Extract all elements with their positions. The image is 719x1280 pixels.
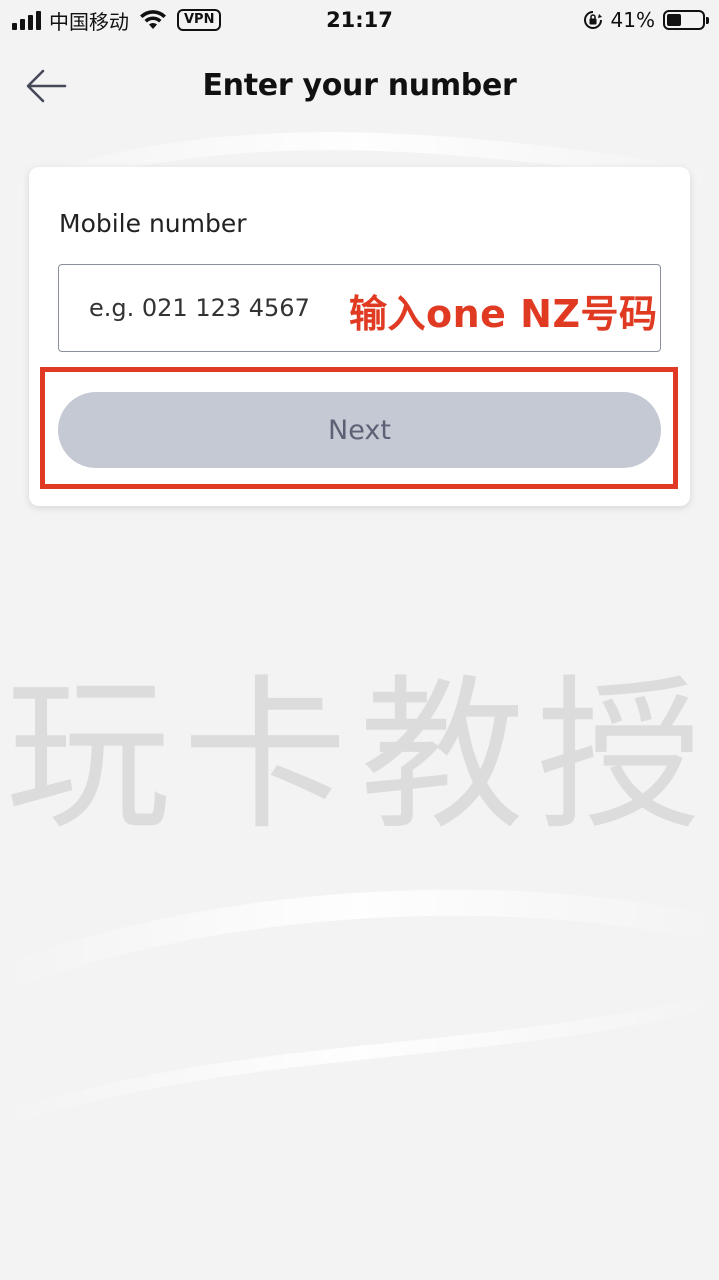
mobile-number-field[interactable]: 输入one NZ号码 bbox=[58, 264, 661, 352]
battery-icon bbox=[663, 10, 709, 30]
status-bar: 中国移动 VPN 21:17 41% bbox=[0, 0, 719, 40]
annotation-text: 输入one NZ号码 bbox=[349, 292, 658, 336]
number-form-card: Mobile number 输入one NZ号码 Next bbox=[29, 167, 690, 506]
battery-percent: 41% bbox=[610, 8, 655, 32]
mobile-number-label: Mobile number bbox=[59, 209, 247, 238]
watermark: 玩卡教授 bbox=[5, 660, 714, 852]
rotation-lock-icon bbox=[583, 11, 602, 29]
page-title: Enter your number bbox=[202, 68, 517, 103]
battery-fill bbox=[667, 14, 681, 26]
next-button[interactable]: Next bbox=[58, 392, 661, 468]
